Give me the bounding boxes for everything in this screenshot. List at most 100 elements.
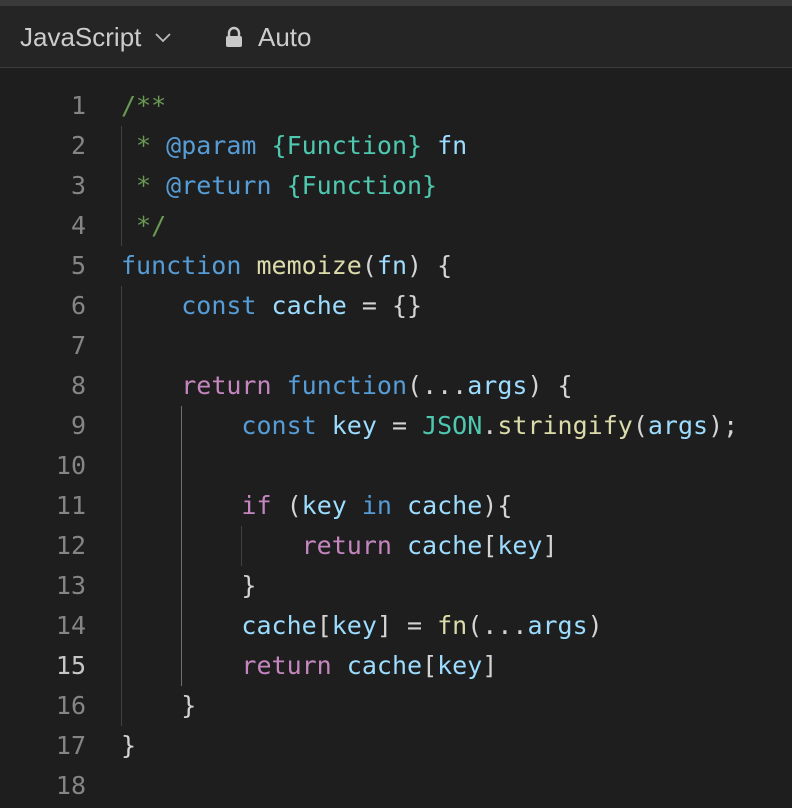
- code-token: ) {: [407, 251, 453, 280]
- code-line[interactable]: 5 function memoize(fn) {: [0, 246, 792, 286]
- edit-mode-selector[interactable]: Auto: [224, 20, 312, 54]
- line-number: 10: [55, 451, 86, 480]
- code-token: JSON: [422, 411, 483, 440]
- code-token: [: [422, 651, 438, 680]
- code-token: ){: [482, 491, 513, 520]
- code-token: *: [121, 171, 167, 200]
- code-token: =: [376, 411, 423, 440]
- code-line[interactable]: 12 return cache[key]: [0, 526, 792, 566]
- code-token: *: [121, 131, 167, 160]
- code-token: = {}: [346, 291, 423, 320]
- line-number: 18: [55, 771, 86, 800]
- code-line[interactable]: 4 */: [0, 206, 792, 246]
- code-token: /**: [121, 91, 167, 120]
- code-token: ): [587, 611, 603, 640]
- code-line[interactable]: 2 * @param {Function} fn: [0, 126, 792, 166]
- code-line[interactable]: 15 return cache[key]: [0, 646, 792, 686]
- code-token: (: [632, 411, 648, 440]
- line-number: 5: [70, 251, 86, 280]
- code-token: in: [361, 491, 392, 520]
- code-line[interactable]: 17}: [0, 726, 792, 766]
- line-number: 2: [70, 131, 86, 160]
- editor-toolbar: JavaScript Auto: [0, 6, 792, 68]
- code-token: args: [647, 411, 709, 440]
- code-text: }: [121, 726, 136, 766]
- indent-guide: [121, 126, 122, 246]
- line-number: 11: [55, 491, 86, 520]
- code-token: stringify: [497, 411, 633, 440]
- code-line[interactable]: 1 /**: [0, 86, 792, 126]
- code-line[interactable]: 10: [0, 446, 792, 486]
- language-label: JavaScript: [20, 21, 142, 52]
- code-token: key: [301, 491, 347, 520]
- code-text: const key = JSON.stringify(args);: [121, 406, 738, 446]
- code-text: cache[key] = fn(...args): [121, 606, 603, 646]
- code-token: .: [482, 411, 498, 440]
- code-text: * @return {Function}: [121, 166, 437, 206]
- code-text: return cache[key]: [121, 526, 558, 566]
- code-line[interactable]: 7: [0, 326, 792, 366]
- code-token: fn: [376, 251, 408, 280]
- code-token: cache: [241, 611, 317, 640]
- code-text: return function(...args) {: [121, 366, 573, 406]
- language-selector[interactable]: JavaScript: [20, 20, 173, 54]
- code-token: [: [482, 531, 498, 560]
- code-token: fn: [437, 131, 468, 160]
- code-token: );: [708, 411, 739, 440]
- code-token: cache: [271, 291, 347, 320]
- code-token: (: [361, 251, 377, 280]
- code-token: (...: [407, 371, 468, 400]
- code-line[interactable]: 6 const cache = {}: [0, 286, 792, 326]
- code-line[interactable]: 13 }: [0, 566, 792, 606]
- code-token: fn: [437, 611, 468, 640]
- code-text: return cache[key]: [121, 646, 497, 686]
- line-number: 9: [70, 411, 86, 440]
- code-text: }: [121, 566, 256, 606]
- code-line[interactable]: 14 cache[key] = fn(...args): [0, 606, 792, 646]
- code-token: (: [271, 491, 302, 520]
- code-token: @return: [166, 171, 272, 200]
- line-number: 8: [70, 371, 86, 400]
- code-token: key: [331, 411, 377, 440]
- code-line[interactable]: 18: [0, 766, 792, 806]
- code-token: }: [121, 731, 137, 760]
- code-token: cache: [407, 531, 483, 560]
- line-number: 1: [70, 91, 86, 120]
- code-token: return: [241, 651, 332, 680]
- code-editor[interactable]: 1/** 2 * @param {Function} fn 3 * @return …: [0, 69, 792, 808]
- code-token: @param: [166, 131, 257, 160]
- code-line[interactable]: 16 }: [0, 686, 792, 726]
- code-text: function memoize(fn) {: [121, 246, 452, 286]
- indent-guide: [121, 286, 122, 726]
- code-line[interactable]: 11 if (key in cache){: [0, 486, 792, 526]
- code-line[interactable]: 9 const key = JSON.stringify(args);: [0, 406, 792, 446]
- code-token: return: [181, 371, 272, 400]
- line-number: 13: [55, 571, 86, 600]
- code-token: key: [331, 611, 377, 640]
- lock-icon: [226, 26, 242, 47]
- code-token: if: [241, 491, 272, 520]
- code-token: key: [437, 651, 483, 680]
- line-number: 7: [70, 331, 86, 360]
- line-number: 14: [55, 611, 86, 640]
- line-number: 3: [70, 171, 86, 200]
- line-number: 15: [55, 651, 86, 680]
- code-token: {Function}: [286, 171, 438, 200]
- code-token: args: [467, 371, 528, 400]
- code-line[interactable]: 8 return function(...args) {: [0, 366, 792, 406]
- chevron-down-icon: [155, 33, 172, 43]
- code-text: * @param {Function} fn: [121, 126, 467, 166]
- edit-mode-label: Auto: [258, 21, 312, 52]
- code-token: ) {: [527, 371, 573, 400]
- code-token: function: [121, 251, 242, 280]
- code-line[interactable]: 3 * @return {Function}: [0, 166, 792, 206]
